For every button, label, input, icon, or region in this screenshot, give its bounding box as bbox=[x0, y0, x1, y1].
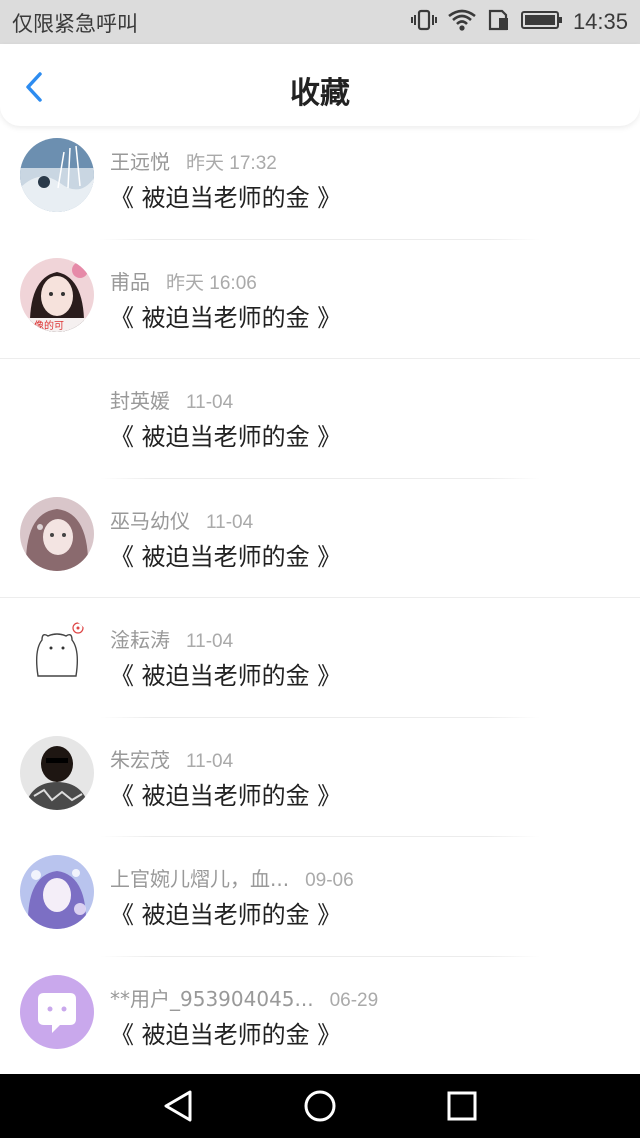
man-avatar[interactable] bbox=[20, 735, 94, 810]
item-title: 《 被迫当老师的金 》 bbox=[110, 184, 342, 212]
status-time: 14:35 bbox=[572, 9, 628, 34]
list-item[interactable]: 巫马幼仪 11-04 《 被迫当老师的金 》 bbox=[0, 479, 640, 598]
user-name: 淦耘涛 bbox=[110, 628, 170, 652]
item-meta: 封英媛 11-04 bbox=[110, 385, 233, 414]
item-title: 《 被迫当老师的金 》 bbox=[110, 542, 342, 571]
battery-icon bbox=[520, 8, 563, 36]
list-item[interactable]: 像的可 甫品 昨天 16:06 《 被迫当老师的金 》 bbox=[0, 240, 640, 359]
user-name: **用户_953904045... bbox=[110, 986, 314, 1011]
item-title: 《 被迫当老师的金 》 bbox=[110, 662, 342, 690]
item-meta: **用户_953904045... 06-29 bbox=[110, 983, 378, 1012]
item-title: 《 被迫当老师的金 》 bbox=[110, 781, 342, 810]
item-date: 11-04 bbox=[186, 631, 234, 652]
user-name: 王远悦 bbox=[110, 150, 170, 174]
blank-avatar[interactable] bbox=[20, 377, 94, 451]
item-title: 《 被迫当老师的金 》 bbox=[110, 901, 342, 929]
wifi-icon bbox=[447, 8, 477, 36]
status-bar: 仅限紧急呼叫 14:35 bbox=[0, 0, 640, 44]
item-meta: 甫品 昨天 16:06 bbox=[110, 266, 257, 295]
list-item[interactable]: 封英媛 11-04 《 被迫当老师的金 》 bbox=[0, 359, 640, 479]
item-meta: 上官婉儿熠儿，血... 09-06 bbox=[110, 863, 354, 892]
home-circle-icon[interactable] bbox=[302, 1088, 338, 1124]
user-name: 甫品 bbox=[110, 269, 150, 294]
item-meta: 朱宏茂 11-04 bbox=[110, 744, 233, 773]
header-bar: 收藏 bbox=[0, 44, 640, 126]
item-date: 11-04 bbox=[206, 511, 254, 533]
list-item[interactable]: **用户_953904045... 06-29 《 被迫当老师的金 》 bbox=[0, 957, 640, 1077]
item-title: 《 被迫当老师的金 》 bbox=[110, 1020, 342, 1049]
list-item[interactable]: 上官婉儿熠儿，血... 09-06 《 被迫当老师的金 》 bbox=[0, 837, 640, 957]
sim-icon bbox=[487, 8, 511, 36]
user-name: 上官婉儿熠儿，血... bbox=[110, 867, 290, 891]
status-icons: 14:35 bbox=[410, 8, 628, 36]
item-date: 昨天 16:06 bbox=[166, 272, 257, 294]
vibrate-icon bbox=[410, 8, 437, 36]
list-item[interactable]: 王远悦 昨天 17:32 《 被迫当老师的金 》 bbox=[0, 120, 640, 240]
item-date: 昨天 17:32 bbox=[186, 153, 277, 174]
item-meta: 王远悦 昨天 17:32 bbox=[110, 146, 277, 175]
item-title: 《 被迫当老师的金 》 bbox=[110, 303, 342, 332]
item-date: 09-06 bbox=[305, 870, 354, 891]
chat-bubble-avatar[interactable] bbox=[20, 974, 94, 1049]
item-date: 11-04 bbox=[186, 392, 234, 413]
item-meta: 巫马幼仪 11-04 bbox=[110, 505, 253, 534]
item-date: 06-29 bbox=[329, 989, 379, 1011]
item-date: 11-04 bbox=[186, 750, 234, 772]
list-item[interactable]: 淦耘涛 11-04 《 被迫当老师的金 》 bbox=[0, 598, 640, 718]
status-carrier-text: 仅限紧急呼叫 bbox=[12, 12, 138, 36]
anime-avatar[interactable] bbox=[20, 855, 94, 929]
page-title: 收藏 bbox=[290, 76, 350, 111]
svg-text:像的可: 像的可 bbox=[34, 319, 64, 332]
girl-avatar-2[interactable] bbox=[20, 496, 94, 571]
user-name: 朱宏茂 bbox=[110, 747, 170, 772]
user-name: 巫马幼仪 bbox=[110, 508, 190, 533]
recents-square-icon[interactable] bbox=[444, 1088, 480, 1124]
item-title: 《 被迫当老师的金 》 bbox=[110, 423, 342, 451]
landscape-avatar[interactable] bbox=[20, 138, 94, 212]
bear-avatar[interactable] bbox=[20, 616, 94, 690]
back-triangle-icon[interactable] bbox=[160, 1088, 196, 1124]
girl-avatar[interactable]: 像的可 bbox=[20, 257, 94, 332]
favorites-list: 王远悦 昨天 17:32 《 被迫当老师的金 》 像的可 甫品 昨天 16:06 《… bbox=[0, 120, 640, 1076]
user-name: 封英媛 bbox=[110, 389, 170, 413]
item-meta: 淦耘涛 11-04 bbox=[110, 624, 233, 653]
list-item[interactable]: 朱宏茂 11-04 《 被迫当老师的金 》 bbox=[0, 718, 640, 837]
system-nav-bar bbox=[0, 1074, 640, 1138]
